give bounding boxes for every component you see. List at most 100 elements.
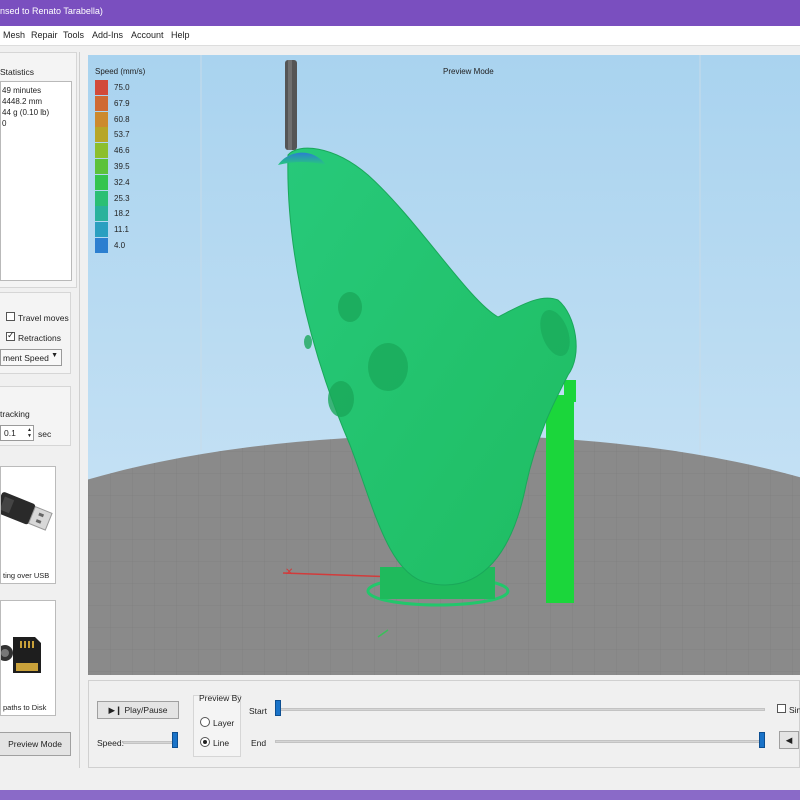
legend-value: 67.9 xyxy=(114,98,130,108)
play-pause-label: Play/Pause xyxy=(124,705,168,715)
print-usb-tile[interactable]: ting over USB xyxy=(0,466,56,584)
menu-bar: Mesh Repair Tools Add-Ins Account Help xyxy=(0,26,800,46)
legend-swatch xyxy=(95,111,108,127)
legend-row: 53.7 xyxy=(95,127,155,143)
tracking-unit: sec xyxy=(38,429,52,439)
single-checkbox[interactable] xyxy=(777,704,786,713)
end-slider-thumb[interactable] xyxy=(759,732,765,748)
legend-row: 25.3 xyxy=(95,190,155,206)
sd-card-icon xyxy=(0,637,41,673)
legend-row: 75.0 xyxy=(95,80,155,95)
single-label: Sing xyxy=(789,705,800,715)
legend-value: 75.0 xyxy=(114,83,130,92)
legend-row: 67.9 xyxy=(95,95,155,111)
tracking-label: tracking xyxy=(0,409,30,419)
legend-swatch xyxy=(95,159,108,174)
legend-value: 4.0 xyxy=(114,241,126,250)
legend-value: 53.7 xyxy=(114,130,130,140)
spinner-arrows-icon[interactable]: ▲ ▼ xyxy=(27,427,32,439)
menu-account[interactable]: Account xyxy=(131,30,164,40)
statistics-group: Statistics 49 minutes 4448.2 mm 44 g (0.… xyxy=(0,52,77,288)
preview-mode-label: Preview Mode xyxy=(8,739,62,749)
legend-row: 32.4 xyxy=(95,174,155,190)
preview-by-label: Preview By xyxy=(199,693,242,703)
menu-repair[interactable]: Repair xyxy=(31,30,58,40)
preview-mode-button[interactable]: Preview Mode xyxy=(0,732,71,756)
legend-title: Speed (mm/s) xyxy=(95,67,146,76)
window-title: nsed to Renato Tarabella) xyxy=(0,6,103,16)
3d-viewport[interactable]: ✕ Speed (mm/s) Preview Mode 75.0 67.9 60.8… xyxy=(88,55,800,675)
legend-row: 60.8 xyxy=(95,111,155,127)
legend-row: 46.6 xyxy=(95,143,155,159)
stat-other: 0 xyxy=(2,119,7,128)
svg-text:✕: ✕ xyxy=(285,567,293,578)
left-panel: Statistics 49 minutes 4448.2 mm 44 g (0.… xyxy=(0,52,80,768)
options-group: Travel moves Retractions ment Speed ▼ xyxy=(0,292,71,374)
retractions-checkbox[interactable] xyxy=(6,330,15,341)
legend-value: 18.2 xyxy=(114,209,130,219)
end-slider-track[interactable] xyxy=(275,740,765,743)
legend-swatch xyxy=(95,174,108,190)
preview-mode-label: Preview Mode xyxy=(443,67,494,76)
legend-row: 11.1 xyxy=(95,222,155,238)
menu-add-ins[interactable]: Add-Ins xyxy=(92,30,123,40)
step-back-button[interactable]: ◀ xyxy=(779,731,799,749)
title-bar: nsed to Renato Tarabella) xyxy=(0,0,800,26)
legend-swatch xyxy=(95,206,108,222)
step-back-icon: ◀ xyxy=(785,735,793,745)
legend-row: 18.2 xyxy=(95,206,155,222)
print-usb-caption: ting over USB xyxy=(3,571,50,580)
status-bar xyxy=(0,790,800,800)
speed-slider-thumb[interactable] xyxy=(172,732,178,748)
start-slider-thumb[interactable] xyxy=(275,700,281,716)
usb-drive-icon xyxy=(0,492,53,531)
play-pause-icon: ▶❙ xyxy=(108,705,123,715)
legend-swatch xyxy=(95,95,108,111)
menu-help[interactable]: Help xyxy=(171,30,190,40)
legend-value: 46.6 xyxy=(114,146,130,156)
line-radio[interactable] xyxy=(200,737,210,747)
play-pause-button[interactable]: ▶❙ Play/Pause xyxy=(97,701,179,719)
chevron-down-icon: ▼ xyxy=(51,352,58,359)
legend-swatch xyxy=(95,80,108,95)
legend-value: 39.5 xyxy=(114,162,130,171)
preview-scene: ✕ xyxy=(88,55,800,675)
speed-label: Speed: xyxy=(97,738,124,748)
tracking-value: 0.1 xyxy=(4,428,16,438)
layer-radio[interactable] xyxy=(200,717,210,727)
start-slider-track[interactable] xyxy=(275,708,765,711)
stat-time: 49 minutes xyxy=(2,86,42,95)
color-by-value: ment Speed xyxy=(3,353,49,363)
line-label: Line xyxy=(213,738,230,748)
legend-swatch xyxy=(95,238,108,253)
legend-value: 32.4 xyxy=(114,177,130,187)
export-disk-tile[interactable]: paths to Disk xyxy=(0,600,56,716)
stat-length: 4448.2 mm xyxy=(2,97,43,106)
travel-moves-checkbox[interactable] xyxy=(6,312,15,321)
menu-tools[interactable]: Tools xyxy=(63,30,84,40)
legend-value: 60.8 xyxy=(114,114,130,124)
legend-swatch xyxy=(95,222,108,238)
retractions-label: Retractions xyxy=(18,333,61,343)
preview-controls: ▶❙ Play/Pause Speed: Preview By Layer Li… xyxy=(88,680,800,768)
end-label: End xyxy=(251,738,267,748)
legend-swatch xyxy=(95,143,108,159)
legend-row: 4.0 xyxy=(95,238,155,253)
tracking-spinner[interactable]: 0.1 ▲ ▼ xyxy=(0,425,34,441)
tracking-group: tracking 0.1 ▲ ▼ sec xyxy=(0,386,71,446)
legend-swatch xyxy=(95,127,108,143)
menu-mesh[interactable]: Mesh xyxy=(3,30,25,40)
export-disk-caption: paths to Disk xyxy=(3,703,47,712)
statistics-box: 49 minutes 4448.2 mm 44 g (0.10 lb) 0 xyxy=(0,81,72,281)
stat-weight: 44 g (0.10 lb) xyxy=(2,108,50,117)
statistics-header: Statistics xyxy=(0,67,35,77)
start-label: Start xyxy=(249,706,267,716)
speed-slider-track[interactable] xyxy=(123,741,177,744)
legend-value: 11.1 xyxy=(114,225,129,235)
legend-value: 25.3 xyxy=(114,193,130,203)
legend-swatch xyxy=(95,190,108,206)
legend-row: 39.5 xyxy=(95,159,155,174)
layer-label: Layer xyxy=(213,718,235,728)
travel-moves-label: Travel moves xyxy=(18,313,69,323)
color-by-dropdown[interactable]: ment Speed ▼ xyxy=(0,349,62,366)
